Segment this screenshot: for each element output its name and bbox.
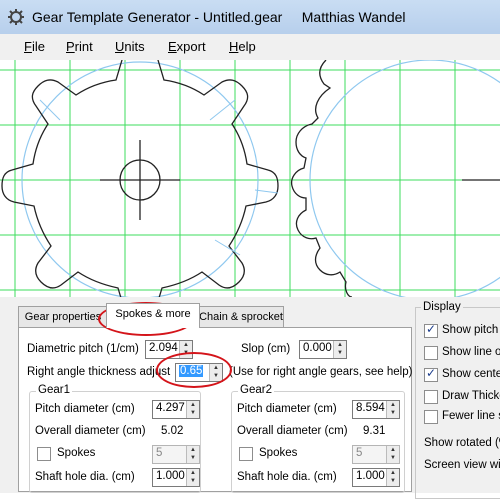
gear2-pitch-stepper[interactable]: 8.594 ▲ ▼ <box>352 400 400 419</box>
gear-drawing <box>0 60 500 297</box>
menu-file[interactable]: File <box>24 39 45 54</box>
app-gear-icon <box>8 9 24 25</box>
draw-thicker-label: Draw Thicke <box>442 390 500 402</box>
show-center-checkbox[interactable] <box>424 366 438 382</box>
spin-down-icon: ▼ <box>183 350 189 356</box>
gear1-spokes-checkbox[interactable] <box>37 447 51 461</box>
draw-thicker-checkbox[interactable] <box>424 390 438 404</box>
gear2-shaft-label: Shaft hole dia. (cm) <box>237 471 337 483</box>
title-bar: Gear Template Generator - Untitled.gear … <box>0 0 500 35</box>
menu-units[interactable]: Units <box>115 39 145 54</box>
gear2-pitch-circle <box>309 60 500 297</box>
show-line-checkbox[interactable] <box>424 346 438 360</box>
menu-help[interactable]: Help <box>229 39 256 54</box>
gear1-overall-value: 5.02 <box>161 425 184 437</box>
gear2-spokes-stepper[interactable]: 5 ▲ ▼ <box>352 445 400 464</box>
slop-stepper[interactable]: 0.000 ▲ ▼ <box>299 340 347 359</box>
gear2-group: Gear2 Pitch diameter (cm) 8.594 ▲ ▼ Overa… <box>231 384 405 493</box>
diametric-pitch-stepper[interactable]: 2.094 ▲ ▼ <box>145 340 193 359</box>
right-angle-note: (Use for right angle gears, see help) <box>229 366 413 378</box>
gear2-shaft-stepper[interactable]: 1.000 ▲ ▼ <box>352 468 400 487</box>
gear1-shaft-stepper[interactable]: 1.000 ▲ ▼ <box>152 468 200 487</box>
show-rotated-label: Show rotated (% <box>424 437 500 449</box>
grid-lines <box>0 60 500 297</box>
display-title: Display <box>421 301 463 313</box>
gear1-spokes-stepper[interactable]: 5 ▲ ▼ <box>152 445 200 464</box>
gear2-overall-label: Overall diameter (cm) <box>237 425 348 437</box>
diametric-pitch-label: Diametric pitch (1/cm) <box>27 343 139 355</box>
gear2-spokes-checkbox[interactable] <box>239 447 253 461</box>
tab-gear-properties[interactable]: Gear properties <box>18 306 108 327</box>
show-pitch-label: Show pitch c <box>442 324 500 336</box>
gear1-pitch-stepper[interactable]: 4.297 ▲ ▼ <box>152 400 200 419</box>
gear2-pitch-label: Pitch diameter (cm) <box>237 403 337 415</box>
screen-view-label: Screen view wid <box>424 459 500 471</box>
gear1-overall-label: Overall diameter (cm) <box>35 425 146 437</box>
show-center-label: Show center <box>442 368 500 380</box>
gear2-title: Gear2 <box>238 384 274 396</box>
right-angle-stepper[interactable]: 0.65 ▲ ▼ <box>175 363 223 382</box>
right-angle-label: Right angle thickness adjust <box>27 366 171 378</box>
gear1-pitch-label: Pitch diameter (cm) <box>35 403 135 415</box>
slop-label: Slop (cm) <box>241 343 291 355</box>
tab-control: Gear properties Spokes & more Chain & sp… <box>10 300 413 493</box>
gear2-outline <box>290 60 353 297</box>
menu-print[interactable]: Print <box>66 39 93 54</box>
show-pitch-checkbox[interactable] <box>424 322 438 338</box>
tab-chain-sprocket[interactable]: Chain & sprocket <box>198 306 284 327</box>
gear2-spokes-label: Spokes <box>259 447 298 459</box>
gear2-overall-value: 9.31 <box>363 425 386 437</box>
fewer-lines-label: Fewer line se <box>442 410 500 422</box>
spin-up-icon: ▲ <box>183 342 189 348</box>
settings-panel: Gear properties Spokes & more Chain & sp… <box>0 297 500 499</box>
window-title: Gear Template Generator - Untitled.gear … <box>32 9 406 25</box>
menu-bar: File Print Units Export Help <box>0 34 500 61</box>
gear1-shaft-label: Shaft hole dia. (cm) <box>35 471 135 483</box>
gear-canvas[interactable] <box>0 60 500 297</box>
tab-content: Diametric pitch (1/cm) 2.094 ▲ ▼ Slop (cm… <box>18 327 413 493</box>
gear1-title: Gear1 <box>36 384 72 396</box>
fewer-lines-checkbox[interactable] <box>424 410 438 424</box>
menu-export[interactable]: Export <box>168 39 206 54</box>
gear1-spokes-label: Spokes <box>57 447 96 459</box>
gear1-group: Gear1 Pitch diameter (cm) 4.297 ▲ ▼ Overa… <box>29 384 201 493</box>
show-line-label: Show line of <box>442 346 500 358</box>
tab-spokes-more[interactable]: Spokes & more <box>106 303 200 328</box>
